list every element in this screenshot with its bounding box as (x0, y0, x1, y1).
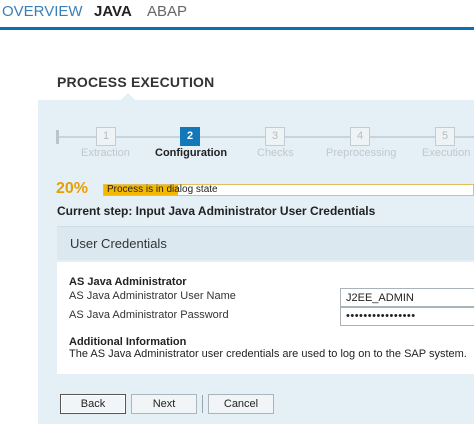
panel-pointer (120, 93, 136, 101)
info-heading: Additional Information (69, 336, 187, 348)
form-heading: AS Java Administrator (69, 276, 187, 288)
step-3-number: 3 (265, 127, 285, 146)
step-5-number: 5 (435, 127, 455, 146)
step-2-label: Configuration (155, 147, 228, 159)
step-1-label: Extraction (81, 147, 130, 159)
button-separator (202, 395, 203, 413)
password-input[interactable]: •••••••••••••••• (340, 307, 474, 326)
step-3-label: Checks (257, 147, 294, 159)
section-title: User Credentials (70, 236, 167, 251)
step-4-label: Preprocessing (326, 147, 397, 159)
roadmap-start-marker (56, 130, 59, 144)
progress-percent: 20% (56, 180, 89, 197)
page-title: PROCESS EXECUTION (57, 74, 215, 90)
step-5-label: Execution (422, 147, 471, 159)
step-4-number: 4 (350, 127, 370, 146)
tab-java[interactable]: JAVA (94, 3, 132, 20)
next-button[interactable]: Next (131, 394, 197, 414)
tab-overview[interactable]: OVERVIEW (2, 3, 83, 20)
current-step-title: Current step: Input Java Administrator U… (57, 204, 376, 218)
tab-bar: OVERVIEW JAVA ABAP (0, 0, 474, 30)
tab-abap[interactable]: ABAP (147, 3, 187, 20)
username-input[interactable] (340, 288, 474, 307)
back-button[interactable]: Back (60, 394, 126, 414)
progress-bar: Process is in dialog state (103, 184, 474, 196)
tab-divider (0, 27, 474, 30)
section-header: User Credentials (57, 226, 474, 260)
step-1-number: 1 (96, 127, 116, 146)
password-label: AS Java Administrator Password (69, 309, 229, 321)
cancel-button[interactable]: Cancel (208, 394, 274, 414)
info-text: The AS Java Administrator user credentia… (69, 348, 467, 360)
progress-status-text: Process is in dialog state (107, 184, 218, 195)
username-label: AS Java Administrator User Name (69, 290, 236, 302)
credentials-form: AS Java Administrator AS Java Administra… (57, 262, 474, 374)
step-2-number: 2 (180, 127, 200, 146)
